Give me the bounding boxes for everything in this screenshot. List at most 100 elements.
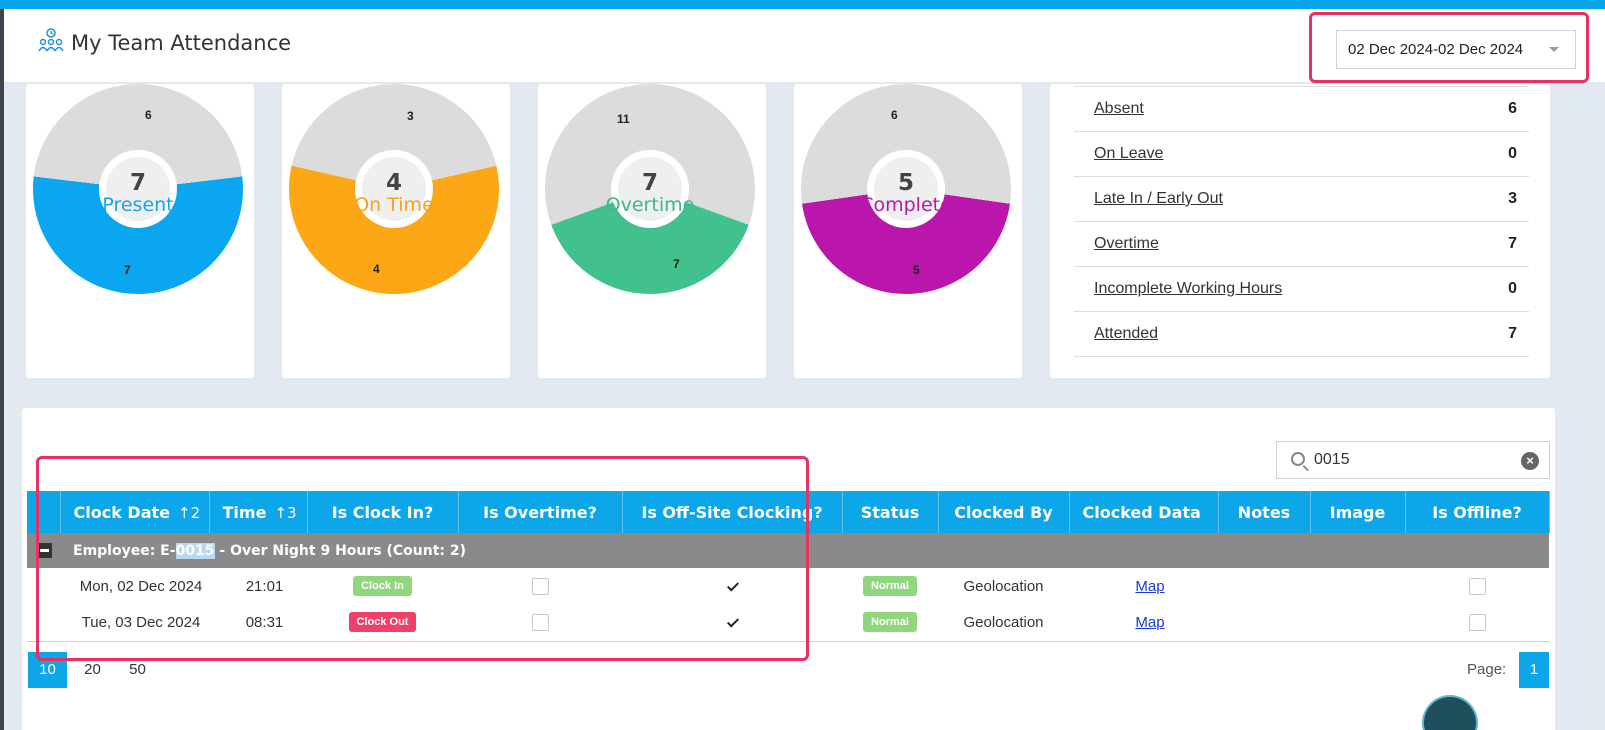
page-label: Page: xyxy=(1467,661,1507,678)
cell-clock-date: Mon, 02 Dec 2024 xyxy=(79,577,203,595)
cell-notes xyxy=(1218,604,1310,640)
donut-card-present: 7 Present 6 7 xyxy=(26,84,254,378)
stat-link-on-leave[interactable]: On Leave xyxy=(1094,145,1163,163)
stat-link-late-in[interactable]: Late In / Early Out xyxy=(1094,190,1223,208)
col-header-clock-date[interactable]: Clock Date ↑2 xyxy=(60,491,210,533)
donut-card-on-time: 4 On Time 3 4 xyxy=(282,84,510,378)
donut-center-label: Overtime xyxy=(605,194,695,216)
stat-value-late-in: 3 xyxy=(1508,190,1517,207)
map-link[interactable]: Map xyxy=(1135,578,1164,595)
is-overtime-checkbox[interactable] xyxy=(531,613,549,631)
col-header-clocked-by[interactable]: Clocked By xyxy=(938,491,1070,533)
stat-value-on-leave: 0 xyxy=(1508,145,1517,162)
cell-time: 08:31 xyxy=(245,613,284,631)
grid-header-row: Clock Date ↑2 Time ↑3 Is Clock In? Is Over… xyxy=(27,491,1550,533)
stats-list: Absent 6 On Leave 0 Late In / Early Out … xyxy=(1074,87,1529,357)
group-row: Employee: E-0015 - Over Night 9 Hours (C… xyxy=(27,533,1549,568)
cell-image xyxy=(1310,604,1405,640)
group-label: Employee: E-0015 - Over Night 9 Hours (C… xyxy=(60,533,1549,568)
donut-chart-present[interactable]: 7 Present 6 7 xyxy=(33,84,243,294)
search-box[interactable]: × xyxy=(1276,441,1550,479)
stat-value-attended: 7 xyxy=(1508,325,1517,342)
attendance-grid: Clock Date ↑2 Time ↑3 Is Clock In? Is Over… xyxy=(27,491,1550,640)
col-header-image[interactable]: Image xyxy=(1310,491,1406,533)
search-icon xyxy=(1291,452,1305,466)
top-accent-bar xyxy=(0,0,1605,9)
team-attendance-icon xyxy=(38,28,64,52)
highlight-box-date xyxy=(1309,12,1589,83)
donut-center-value: 7 xyxy=(641,170,658,196)
col-header-notes[interactable]: Notes xyxy=(1218,491,1311,533)
is-offsite-checkbox[interactable] xyxy=(723,613,741,631)
group-label-search-match: 0015 xyxy=(175,542,215,559)
stat-value-overtime: 7 xyxy=(1508,235,1517,252)
col-header-time-label: Time xyxy=(222,502,267,522)
stat-link-overtime[interactable]: Overtime xyxy=(1094,235,1159,253)
donut-center-label: On Time xyxy=(354,194,434,216)
is-offline-checkbox[interactable] xyxy=(1468,613,1486,631)
donut-remainder-label: 6 xyxy=(891,108,898,122)
search-input[interactable] xyxy=(1314,448,1514,472)
donut-segment-label: 7 xyxy=(124,263,131,277)
page-size-20[interactable]: 20 xyxy=(73,652,112,688)
sort-asc-icon: ↑2 xyxy=(178,503,201,522)
sort-asc-icon: ↑3 xyxy=(274,503,297,522)
col-header-status[interactable]: Status xyxy=(842,491,939,533)
collapse-group-icon[interactable] xyxy=(37,543,52,558)
col-header-clocked-data[interactable]: Clocked Data xyxy=(1069,491,1219,533)
cell-clocked-by: Geolocation xyxy=(963,577,1044,595)
status-badge: Normal xyxy=(863,576,917,596)
is-offline-checkbox[interactable] xyxy=(1468,577,1486,595)
is-overtime-checkbox[interactable] xyxy=(531,577,549,595)
donut-segment-label: 4 xyxy=(373,262,380,276)
cell-clocked-by: Geolocation xyxy=(963,613,1044,631)
clear-search-icon[interactable]: × xyxy=(1521,452,1539,470)
is-offsite-checkbox[interactable] xyxy=(723,577,741,595)
group-label-suffix: - Over Night 9 Hours (Count: 2) xyxy=(214,542,467,559)
donut-segment-label: 5 xyxy=(913,263,920,277)
clock-in-badge: Clock In xyxy=(353,576,412,596)
donut-chart-on-time[interactable]: 4 On Time 3 4 xyxy=(289,84,499,294)
donut-center-value: 4 xyxy=(385,170,402,196)
stat-row-attended: Attended 7 xyxy=(1074,312,1529,357)
map-link[interactable]: Map xyxy=(1135,614,1164,631)
col-header-is-offsite[interactable]: Is Off-Site Clocking? xyxy=(622,491,843,533)
donut-card-overtime: 7 Overtime 11 7 xyxy=(538,84,766,378)
stat-link-incomplete[interactable]: Incomplete Working Hours xyxy=(1094,280,1282,298)
stat-link-absent[interactable]: Absent xyxy=(1094,100,1144,118)
donut-remainder-label: 3 xyxy=(407,109,414,123)
stat-value-absent: 6 xyxy=(1508,100,1517,117)
table-row[interactable]: Tue, 03 Dec 2024 08:31 Clock Out Normal … xyxy=(27,604,1549,640)
donut-remainder-label: 11 xyxy=(617,112,630,126)
group-label-prefix: Employee: E- xyxy=(73,542,176,559)
page-title: My Team Attendance xyxy=(71,31,292,55)
page-size-50[interactable]: 50 xyxy=(118,652,157,688)
stat-link-attended[interactable]: Attended xyxy=(1094,325,1158,343)
col-header-is-overtime[interactable]: Is Overtime? xyxy=(458,491,623,533)
status-badge: Normal xyxy=(863,612,917,632)
cell-notes xyxy=(1218,568,1310,604)
cell-time: 21:01 xyxy=(245,577,284,595)
table-row[interactable]: Mon, 02 Dec 2024 21:01 Clock In Normal G… xyxy=(27,568,1549,604)
donut-center-label: Complete xyxy=(860,194,952,216)
stat-row-incomplete: Incomplete Working Hours 0 xyxy=(1074,267,1529,312)
col-header-clock-date-label: Clock Date xyxy=(73,502,171,522)
donut-card-complete: 5 Complete 6 5 xyxy=(794,84,1022,378)
cell-clock-date: Tue, 03 Dec 2024 xyxy=(81,613,201,631)
stats-top-divider xyxy=(1074,86,1529,87)
donut-chart-overtime[interactable]: 7 Overtime 11 7 xyxy=(545,84,755,294)
stat-value-incomplete: 0 xyxy=(1508,280,1517,297)
donut-remainder-label: 6 xyxy=(145,108,152,122)
donut-segment-label: 7 xyxy=(673,257,680,271)
col-header-time[interactable]: Time ↑3 xyxy=(209,491,308,533)
stat-row-late-in: Late In / Early Out 3 xyxy=(1074,177,1529,222)
col-header-is-clock-in[interactable]: Is Clock In? xyxy=(307,491,459,533)
cell-image xyxy=(1310,568,1405,604)
donut-center-value: 5 xyxy=(897,170,914,196)
donut-chart-complete[interactable]: 5 Complete 6 5 xyxy=(801,84,1011,294)
page-size-10[interactable]: 10 xyxy=(28,652,67,688)
page-button-1[interactable]: 1 xyxy=(1519,652,1549,688)
stat-row-on-leave: On Leave 0 xyxy=(1074,132,1529,177)
col-header-is-offline[interactable]: Is Offline? xyxy=(1405,491,1550,533)
grid-bottom-border xyxy=(27,641,1549,642)
